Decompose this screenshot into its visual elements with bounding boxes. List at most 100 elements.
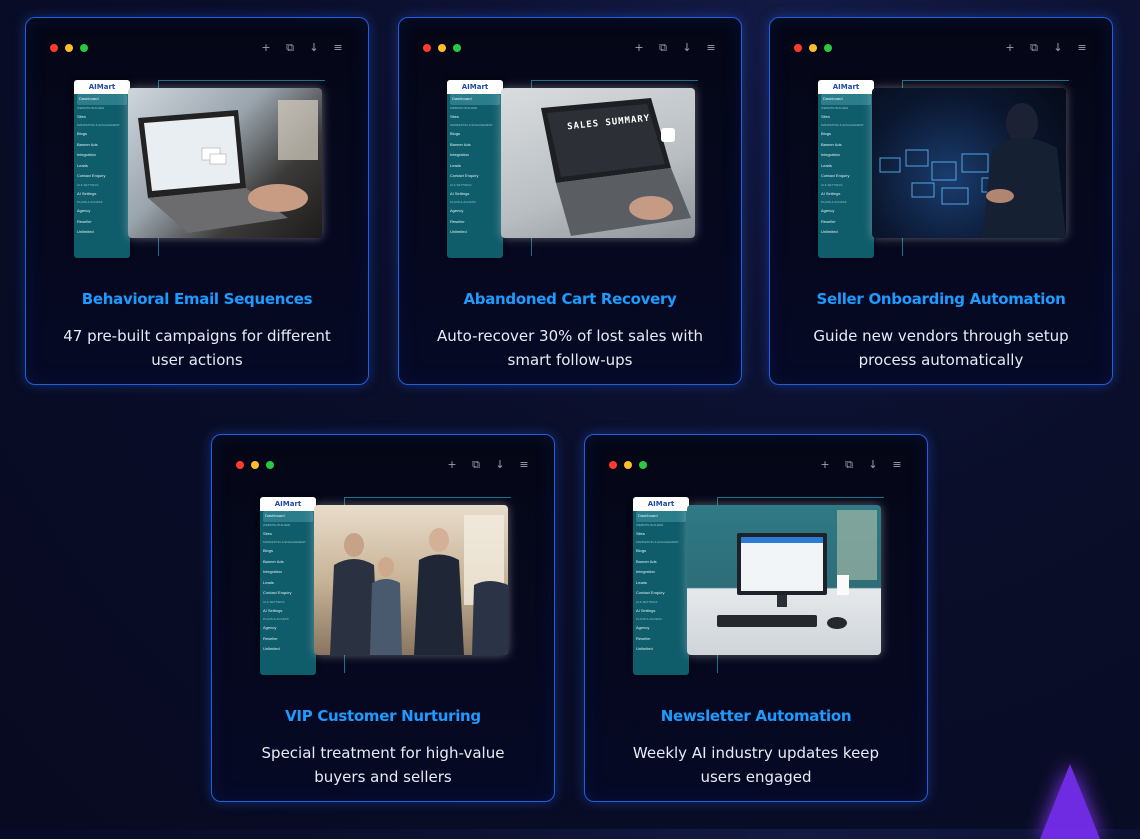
download-icon[interactable]: ↓ [1046, 41, 1070, 54]
window-chrome: + ⧉ ↓ ≡ [603, 458, 909, 473]
download-icon[interactable]: ↓ [488, 458, 512, 471]
menu-icon[interactable]: ≡ [326, 41, 350, 54]
plus-icon[interactable]: + [813, 458, 837, 471]
sidebar-item-blogs: Blogs [636, 548, 647, 553]
close-dot-icon[interactable] [609, 461, 617, 469]
app-sidebar: AIMart Dashboard WEBSITE BUILDER Sites M… [447, 80, 503, 258]
minimize-dot-icon[interactable] [251, 461, 259, 469]
copy-icon[interactable]: ⧉ [1022, 41, 1046, 55]
sidebar-section-header: PLANS & ACCESS [450, 200, 476, 204]
copy-icon[interactable]: ⧉ [651, 41, 675, 55]
feature-card-abandoned-cart: + ⧉ ↓ ≡ AIMart Dashboard WEBSITE BUILDER Si… [398, 17, 742, 385]
window-chrome: + ⧉ ↓ ≡ [44, 41, 350, 56]
sidebar-item-blogs: Blogs [263, 548, 274, 553]
menu-icon[interactable]: ≡ [885, 458, 909, 471]
window-chrome: + ⧉ ↓ ≡ [788, 41, 1094, 56]
card-title: VIP Customer Nurturing [285, 707, 481, 725]
aimart-logo: AIMart [260, 497, 316, 511]
sidebar-item-reseller: Reseller [450, 218, 465, 224]
plus-icon[interactable]: + [627, 41, 651, 54]
sidebar-section-header: MARKETING & ENGAGEMENT [77, 123, 120, 127]
download-icon[interactable]: ↓ [861, 458, 885, 471]
app-preview: AIMart Dashboard WEBSITE BUILDER Sites M… [818, 80, 1069, 258]
sidebar-item-unlimited: Unlimited [821, 229, 838, 234]
sidebar-item-ai-settings: AI Settings [263, 607, 283, 613]
sidebar-item-dashboard: Dashboard [821, 94, 871, 105]
sidebar-item-sites: Sites [263, 530, 272, 536]
app-sidebar: AIMart Dashboard WEBSITE BUILDER Sites M… [633, 497, 689, 675]
plus-icon[interactable]: + [254, 41, 278, 54]
sidebar-item-sites: Sites [821, 113, 830, 119]
feature-card-vip-nurturing: + ⧉ ↓ ≡ AIMart Dashboard WEBSITE BUILDER Si… [211, 434, 555, 802]
sidebar-item-contact-enquiry: Contact Enquiry [821, 173, 850, 178]
sidebar-item-unlimited: Unlimited [450, 229, 467, 234]
app-sidebar: AIMart Dashboard WEBSITE BUILDER Sites M… [260, 497, 316, 675]
sidebar-section-header: PLANS & ACCESS [821, 200, 847, 204]
sidebar-item-blogs: Blogs [77, 131, 88, 136]
sidebar-item-agency: Agency [77, 208, 91, 213]
close-dot-icon[interactable] [423, 44, 431, 52]
menu-icon[interactable]: ≡ [1070, 41, 1094, 54]
aimart-logo: AIMart [74, 80, 130, 94]
plus-icon[interactable]: + [998, 41, 1022, 54]
app-preview: AIMart Dashboard WEBSITE BUILDER Sites M… [260, 497, 511, 675]
sidebar-section-header: WEBSITE BUILDER [636, 522, 664, 527]
card-description: Guide new vendors through setup process … [813, 327, 1069, 369]
window-chrome: + ⧉ ↓ ≡ [230, 458, 536, 473]
sidebar-item-leads: Leads [636, 579, 647, 585]
sidebar-item-ai-settings: AI Settings [636, 607, 656, 613]
app-preview: AIMart Dashboard WEBSITE BUILDER Sites M… [74, 80, 325, 258]
sidebar-section-header: MARKETING & ENGAGEMENT [263, 540, 306, 544]
download-icon[interactable]: ↓ [675, 41, 699, 54]
copy-icon[interactable]: ⧉ [464, 458, 488, 472]
sidebar-section-header: PLANS & ACCESS [636, 617, 662, 621]
sidebar-section-header: AI & SETTINGS [636, 599, 658, 604]
sidebar-item-integration: Integration [821, 152, 840, 157]
minimize-dot-icon[interactable] [65, 44, 73, 52]
minimize-dot-icon[interactable] [438, 44, 446, 52]
sidebar-item-reseller: Reseller [263, 635, 278, 641]
business-meeting-photo [314, 505, 508, 655]
maximize-dot-icon[interactable] [453, 44, 461, 52]
app-preview: AIMart Dashboard WEBSITE BUILDER Sites M… [447, 80, 698, 258]
sidebar-item-leads: Leads [821, 162, 832, 168]
sidebar-item-ai-settings: AI Settings [450, 190, 470, 196]
sidebar-item-unlimited: Unlimited [77, 229, 94, 234]
sidebar-item-ai-settings: AI Settings [821, 190, 841, 196]
sidebar-item-integration: Integration [450, 152, 469, 157]
sidebar-item-integration: Integration [77, 152, 96, 157]
sidebar-item-sites: Sites [450, 113, 459, 119]
maximize-dot-icon[interactable] [80, 44, 88, 52]
copy-icon[interactable]: ⧉ [278, 41, 302, 55]
close-dot-icon[interactable] [794, 44, 802, 52]
sidebar-item-sites: Sites [77, 113, 86, 119]
minimize-dot-icon[interactable] [809, 44, 817, 52]
close-dot-icon[interactable] [50, 44, 58, 52]
maximize-dot-icon[interactable] [639, 461, 647, 469]
copy-icon[interactable]: ⧉ [837, 458, 861, 472]
sidebar-section-header: MARKETING & ENGAGEMENT [821, 123, 864, 127]
close-dot-icon[interactable] [236, 461, 244, 469]
sidebar-item-agency: Agency [636, 625, 650, 630]
download-icon[interactable]: ↓ [302, 41, 326, 54]
feature-card-newsletter: + ⧉ ↓ ≡ AIMart Dashboard WEBSITE BUILDER Si… [584, 434, 928, 802]
sidebar-section-header: WEBSITE BUILDER [821, 105, 849, 110]
card-title: Seller Onboarding Automation [816, 290, 1066, 308]
sidebar-section-header: WEBSITE BUILDER [450, 105, 478, 110]
sidebar-item-banner-ads: Banner Ads [636, 558, 657, 564]
minimize-dot-icon[interactable] [624, 461, 632, 469]
sidebar-item-banner-ads: Banner Ads [263, 558, 284, 564]
plus-icon[interactable]: + [440, 458, 464, 471]
sidebar-item-integration: Integration [636, 569, 655, 574]
menu-icon[interactable]: ≡ [699, 41, 723, 54]
maximize-dot-icon[interactable] [266, 461, 274, 469]
aimart-logo: AIMart [818, 80, 874, 94]
maximize-dot-icon[interactable] [824, 44, 832, 52]
sidebar-item-contact-enquiry: Contact Enquiry [77, 173, 106, 178]
sidebar-section-header: WEBSITE BUILDER [263, 522, 291, 527]
sidebar-section-header: WEBSITE BUILDER [77, 105, 105, 110]
menu-icon[interactable]: ≡ [512, 458, 536, 471]
sidebar-item-banner-ads: Banner Ads [821, 141, 842, 147]
sidebar-item-dashboard: Dashboard [636, 511, 686, 522]
sidebar-section-header: PLANS & ACCESS [263, 617, 289, 621]
